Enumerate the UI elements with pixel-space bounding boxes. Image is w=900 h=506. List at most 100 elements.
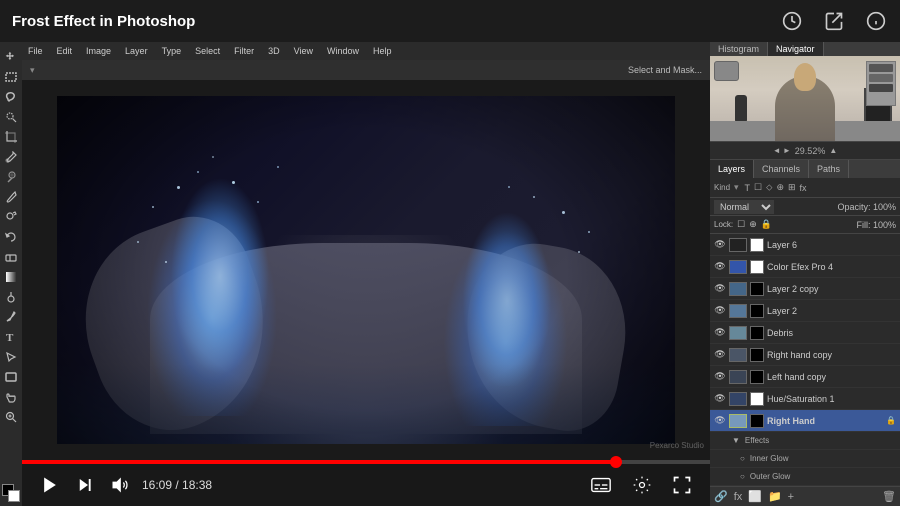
crop-tool[interactable]: [2, 128, 20, 146]
lock-label: Lock:: [714, 220, 733, 229]
path-selection-tool[interactable]: [2, 348, 20, 366]
menu-type[interactable]: Type: [160, 46, 184, 56]
histogram-tab[interactable]: Histogram: [710, 42, 768, 56]
layer-row-2c[interactable]: 👁 Layer 2 copy: [710, 278, 900, 300]
lock-all-icon[interactable]: 🔒: [761, 219, 772, 230]
clock-icon[interactable]: [780, 9, 804, 33]
layer-eye-lhc[interactable]: 👁: [714, 371, 726, 383]
fullscreen-button[interactable]: [664, 471, 700, 499]
layer-lock-rh: 🔒: [886, 416, 896, 425]
layer-eye-6[interactable]: 👁: [714, 239, 726, 251]
eyedropper-tool[interactable]: [2, 148, 20, 166]
paths-tab[interactable]: Paths: [809, 160, 849, 178]
history-brush-tool[interactable]: [2, 228, 20, 246]
info-icon[interactable]: [864, 9, 888, 33]
layer-row-rhc[interactable]: 👁 Right hand copy: [710, 344, 900, 366]
subtitles-button[interactable]: [582, 470, 620, 500]
next-button[interactable]: [68, 476, 102, 494]
menu-select[interactable]: Select: [193, 46, 222, 56]
layer-eye-debris[interactable]: 👁: [714, 327, 726, 339]
layer-thumb-2: [729, 304, 747, 318]
layer-eye-cfx[interactable]: 👁: [714, 261, 726, 273]
layer-name-2c: Layer 2 copy: [767, 284, 896, 294]
inner-glow-label: Inner Glow: [750, 454, 789, 463]
play-button[interactable]: [32, 475, 68, 495]
layer-thumb-hs1: [729, 392, 747, 406]
add-style-icon[interactable]: fx: [734, 491, 743, 503]
background-color[interactable]: [8, 490, 20, 502]
zoom-tool[interactable]: [2, 408, 20, 426]
sub-layer-effects[interactable]: ▼ Effects: [710, 432, 900, 450]
layer-row-cfx[interactable]: 👁 Color Efex Pro 4: [710, 256, 900, 278]
delete-layer-icon[interactable]: 🗑: [882, 490, 896, 503]
menu-edit[interactable]: Edit: [55, 46, 75, 56]
layer-row-6[interactable]: 👁 Layer 6: [710, 234, 900, 256]
blend-mode-select[interactable]: Normal Multiply Screen: [714, 200, 774, 214]
new-layer-icon[interactable]: +: [788, 491, 794, 503]
clone-stamp-tool[interactable]: [2, 208, 20, 226]
brush-tool[interactable]: [2, 188, 20, 206]
gradient-tool[interactable]: [2, 268, 20, 286]
video-progress-fill: [22, 460, 616, 464]
menu-window[interactable]: Window: [325, 46, 361, 56]
link-layers-icon[interactable]: 🔗: [714, 490, 728, 503]
rectangle-tool[interactable]: [2, 368, 20, 386]
share-icon[interactable]: [822, 9, 846, 33]
menu-3d[interactable]: 3D: [266, 46, 282, 56]
layer-eye-rh[interactable]: 👁: [714, 415, 726, 427]
move-tool[interactable]: [2, 48, 20, 66]
settings-button[interactable]: [624, 471, 660, 499]
add-mask-icon[interactable]: ⬜: [748, 490, 762, 503]
video-progress-knob[interactable]: [610, 456, 622, 468]
channels-tab[interactable]: Channels: [754, 160, 809, 178]
fill-label: Fill: 100%: [856, 220, 896, 230]
navigator-tab[interactable]: Navigator: [768, 42, 824, 56]
top-bar: Frost Effect in Photoshop: [0, 0, 900, 42]
menu-view[interactable]: View: [292, 46, 315, 56]
menu-image[interactable]: Image: [84, 46, 113, 56]
lasso-tool[interactable]: [2, 88, 20, 106]
new-group-icon[interactable]: 📁: [768, 490, 782, 503]
webcam-view: [710, 56, 900, 141]
layer-name-cfx: Color Efex Pro 4: [767, 262, 896, 272]
video-progress-bar[interactable]: [22, 460, 710, 464]
healing-brush-tool[interactable]: [2, 168, 20, 186]
layer-eye-2c[interactable]: 👁: [714, 283, 726, 295]
effects-expand-icon[interactable]: ▼: [732, 436, 740, 445]
sub-layer-outer-glow[interactable]: ○ Outer Glow: [710, 468, 900, 486]
menu-file[interactable]: File: [26, 46, 45, 56]
sub-layer-inner-glow[interactable]: ○ Inner Glow: [710, 450, 900, 468]
layers-bottom: 🔗 fx ⬜ 📁 + 🗑: [710, 486, 900, 506]
type-tool[interactable]: T: [2, 328, 20, 346]
quick-selection-tool[interactable]: [2, 108, 20, 126]
layer-eye-2[interactable]: 👁: [714, 305, 726, 317]
layers-toolbar: Kind ▾ T ☐ ⬦ ⊕ ⊞ fx: [710, 178, 900, 198]
layer-eye-rhc[interactable]: 👁: [714, 349, 726, 361]
dodge-tool[interactable]: [2, 288, 20, 306]
webcam-mic: [735, 95, 747, 123]
eraser-tool[interactable]: [2, 248, 20, 266]
pen-tool[interactable]: [2, 308, 20, 326]
volume-button[interactable]: [102, 475, 138, 495]
layer-row-rh[interactable]: 👁 Right Hand 🔒: [710, 410, 900, 432]
lock-pixel-icon[interactable]: ☐: [737, 219, 745, 230]
ps-ctrl-arrows[interactable]: ◄ ►: [773, 146, 791, 155]
rectangular-marquee-tool[interactable]: [2, 68, 20, 86]
layer-row-hs1[interactable]: 👁 Hue/Saturation 1: [710, 388, 900, 410]
menu-help[interactable]: Help: [371, 46, 394, 56]
ps-ctrl-expand[interactable]: ▲: [829, 146, 837, 155]
lock-position-icon[interactable]: ⊕: [749, 219, 757, 230]
layer-eye-hs1[interactable]: 👁: [714, 393, 726, 405]
layer-row-2[interactable]: 👁 Layer 2: [710, 300, 900, 322]
outer-glow-icon: ○: [740, 472, 745, 481]
layer-row-debris[interactable]: 👁 Debris: [710, 322, 900, 344]
kind-label: Kind: [714, 183, 730, 192]
fg-bg-colors[interactable]: [2, 484, 20, 502]
controls-bar: 16:09 / 18:38: [22, 464, 710, 506]
layer-row-lhc[interactable]: 👁 Left hand copy: [710, 366, 900, 388]
menu-filter[interactable]: Filter: [232, 46, 256, 56]
layers-tab[interactable]: Layers: [710, 160, 754, 178]
video-canvas: [22, 80, 710, 460]
hand-tool[interactable]: [2, 388, 20, 406]
menu-layer[interactable]: Layer: [123, 46, 150, 56]
